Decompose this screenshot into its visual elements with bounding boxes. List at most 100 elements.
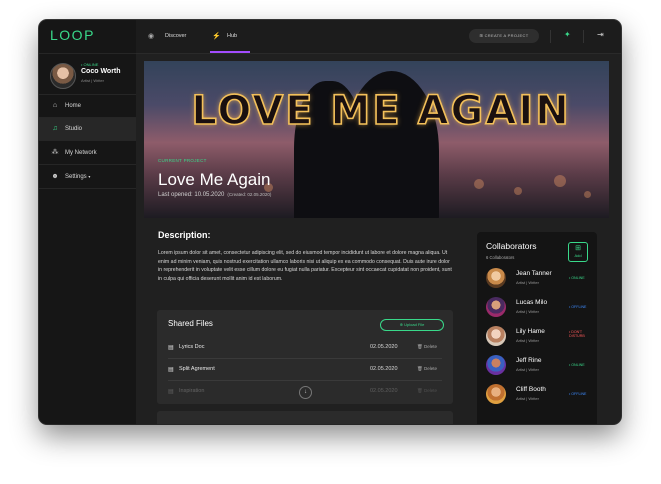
collaborator-item[interactable]: Lily Hame Artist | Writer • DON'T DISTUR… xyxy=(477,324,597,353)
logout-icon[interactable]: ⇥ xyxy=(597,30,604,39)
trash-icon: 🗑 xyxy=(417,366,423,371)
avatar[interactable] xyxy=(486,268,506,288)
collaborators-count: 6 Collaborators xyxy=(486,255,515,260)
file-date: 02.05.2020 xyxy=(370,344,398,350)
tab-hub[interactable]: ⚡ Hub xyxy=(210,20,250,53)
bokeh-light xyxy=(514,187,522,195)
file-row[interactable]: ▤ Split Agrement 02.05.2020 🗑 Delete xyxy=(157,359,453,380)
collaborator-role: Artist | Writer xyxy=(516,309,539,314)
delete-button[interactable]: 🗑 Delete xyxy=(417,344,437,350)
sidebar-item-label: Home xyxy=(65,103,82,109)
avatar[interactable] xyxy=(486,326,506,346)
avatar[interactable] xyxy=(486,355,506,375)
user-name: Coco Worth xyxy=(81,68,121,75)
collaborator-item[interactable]: Cliff Booth Artist | Writer • OFFLINE xyxy=(477,382,597,411)
eye-icon: ◉ xyxy=(148,33,155,40)
sidebar-item-home[interactable]: ⌂ Home xyxy=(39,95,136,117)
collaborators-title: Collaborators xyxy=(486,241,537,251)
chevron-down-icon: ▾ xyxy=(88,174,91,179)
file-name[interactable]: Split Agrement xyxy=(179,366,215,372)
description-text: Lorem ipsum dolor sit amet, consectetur … xyxy=(158,250,452,283)
bokeh-light xyxy=(474,179,484,189)
document-icon: ▤ xyxy=(168,345,174,351)
divider xyxy=(550,30,551,43)
file-row[interactable]: ▤ Lyrics Doc 02.05.2020 🗑 Delete xyxy=(157,337,453,358)
upload-label: Upload File xyxy=(404,322,425,327)
app-window: LOOP • ONLINE Coco Worth Artist | Writer… xyxy=(39,20,621,424)
status-badge: • OFFLINE xyxy=(569,392,587,396)
file-name[interactable]: Lyrics Doc xyxy=(179,344,204,350)
plus-icon: ⊞ xyxy=(575,245,581,252)
file-date: 02.05.2020 xyxy=(370,366,398,372)
user-role: Artist | Writer xyxy=(81,78,104,83)
collaborators-panel: Collaborators 6 Collaborators ⊞ Add Jean… xyxy=(477,232,597,424)
file-name[interactable]: Inspiration xyxy=(179,388,204,394)
collaborator-role: Artist | Writer xyxy=(516,367,539,372)
upload-file-button[interactable]: ⊕ Upload File xyxy=(380,319,444,331)
sidebar-item-label: Settings ▾ xyxy=(65,174,91,180)
sidebar-item-label: My Network xyxy=(65,150,97,156)
home-icon: ⌂ xyxy=(52,102,58,109)
avatar[interactable] xyxy=(486,297,506,317)
project-dates: Last opened: 10.05.2020 (Created: 02.05.2… xyxy=(158,192,271,198)
tab-label: Discover xyxy=(165,33,187,39)
trash-icon: 🗑 xyxy=(417,388,423,393)
collaborator-name: Lucas Milo xyxy=(516,299,548,306)
users-icon: ☻ xyxy=(51,173,59,180)
arrow-down-icon: ↓ xyxy=(304,389,307,395)
create-project-label: CREATE A PROJECT xyxy=(484,33,529,38)
next-panel xyxy=(157,411,453,424)
avatar[interactable] xyxy=(486,384,506,404)
user-status: • ONLINE xyxy=(81,62,99,67)
plus-icon: ⊞ xyxy=(479,33,484,38)
collaborator-item[interactable]: Jean Tanner Artist | Writer • ONLINE xyxy=(477,266,597,295)
scroll-down-button[interactable]: ↓ xyxy=(299,386,312,399)
sidebar-item-label: Studio xyxy=(65,126,83,132)
music-note-icon: ♫ xyxy=(52,125,58,132)
delete-button[interactable]: 🗑 Delete xyxy=(417,366,437,372)
project-banner: LOVE ME AGAIN CURRENT PROJECT Love Me Ag… xyxy=(144,61,609,218)
sidebar-item-my-network[interactable]: ⁂ My Network xyxy=(39,142,136,164)
collaborator-role: Artist | Writer xyxy=(516,280,539,285)
collaborator-role: Artist | Writer xyxy=(516,338,539,343)
divider xyxy=(583,30,584,43)
trash-icon: 🗑 xyxy=(417,344,423,349)
bokeh-light xyxy=(554,175,566,187)
divider xyxy=(39,140,136,141)
collaborator-name: Cliff Booth xyxy=(516,386,546,393)
description-title: Description: xyxy=(158,230,211,240)
tab-label: Hub xyxy=(227,33,238,39)
create-project-button[interactable]: ⊞ CREATE A PROJECT xyxy=(469,29,539,43)
shared-files-title: Shared Files xyxy=(168,319,213,328)
delete-button[interactable]: 🗑 Delete xyxy=(417,388,437,394)
collaborator-item[interactable]: Lucas Milo Artist | Writer • OFFLINE xyxy=(477,295,597,324)
avatar[interactable] xyxy=(50,63,76,89)
sidebar-item-settings[interactable]: ☻ Settings ▾ xyxy=(39,166,136,188)
divider xyxy=(39,164,136,165)
sidebar: LOOP • ONLINE Coco Worth Artist | Writer… xyxy=(39,20,136,424)
user-profile[interactable]: • ONLINE Coco Worth Artist | Writer xyxy=(39,53,136,95)
status-badge: • ONLINE xyxy=(569,363,585,367)
notification-icon[interactable]: ✦ xyxy=(564,30,571,39)
collaborator-item[interactable]: Jeff Rine Artist | Writer • ONLINE xyxy=(477,353,597,382)
project-title: Love Me Again xyxy=(158,170,271,189)
app-logo[interactable]: LOOP xyxy=(50,27,95,43)
document-icon: ▤ xyxy=(168,389,174,395)
collaborator-name: Jeff Rine xyxy=(516,357,542,364)
collaborator-name: Lily Hame xyxy=(516,328,545,335)
add-collaborator-button[interactable]: ⊞ Add xyxy=(568,242,588,262)
tab-discover[interactable]: ◉ Discover xyxy=(148,20,198,53)
active-tab-indicator xyxy=(210,51,250,53)
add-label: Add xyxy=(574,253,582,258)
status-badge: • DON'T DISTURB xyxy=(569,330,585,339)
sidebar-item-studio[interactable]: ♫ Studio xyxy=(39,118,136,140)
network-icon: ⁂ xyxy=(51,149,59,156)
shared-files-panel: Shared Files ⊕ Upload File ▤ Lyrics Doc … xyxy=(157,310,453,404)
created-date: (Created: 02.05.2020) xyxy=(227,192,272,197)
top-bar: ◉ Discover ⚡ Hub ⊞ CREATE A PROJECT ✦ ⇥ xyxy=(136,20,621,54)
collaborator-role: Artist | Writer xyxy=(516,396,539,401)
upload-icon: ⊕ xyxy=(399,322,403,327)
divider xyxy=(39,188,136,189)
banner-title: LOVE ME AGAIN xyxy=(191,87,571,135)
status-badge: • OFFLINE xyxy=(569,305,587,309)
